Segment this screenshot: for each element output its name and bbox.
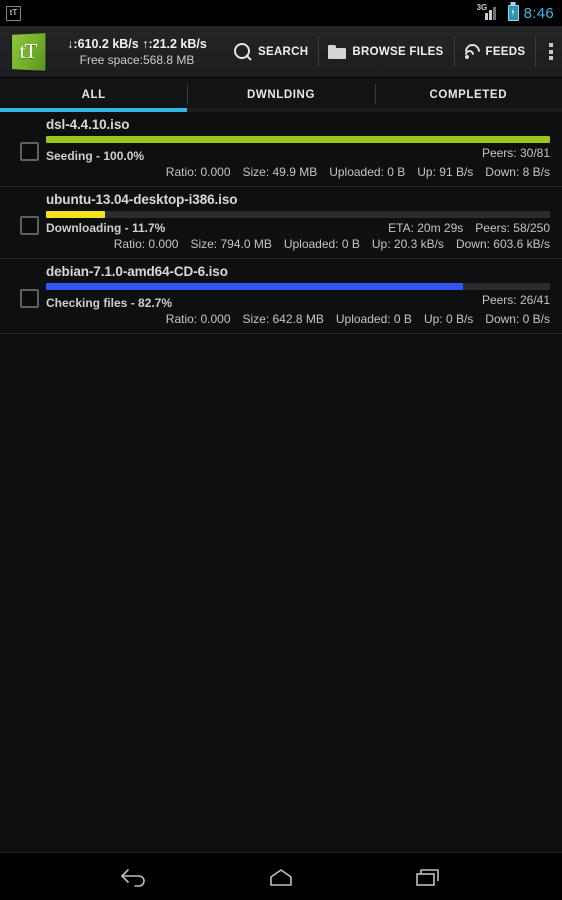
torrent-status: Downloading - 11.7%: [46, 221, 166, 235]
progress-bar: [46, 283, 550, 290]
row-status-right: ETA: 20m 29s Peers: 58/250: [388, 221, 550, 235]
app-logo-icon[interactable]: tT: [8, 32, 48, 72]
status-bar-system-icons: 3G 8:46: [477, 3, 554, 22]
torrent-peers: Peers: 58/250: [475, 221, 550, 235]
row-content: ubuntu-13.04-desktop-i386.iso Downloadin…: [46, 191, 550, 253]
back-icon[interactable]: [107, 857, 161, 897]
torrent-down-speed: Down: 0 B/s: [485, 312, 550, 326]
search-button-label: SEARCH: [258, 45, 309, 58]
torrent-peers: Peers: 30/81: [481, 146, 550, 160]
signal-bars-icon: 3G: [477, 3, 503, 20]
torrent-ratio: Ratio: 0.000: [113, 237, 179, 251]
torrent-uploaded: Uploaded: 0 B: [283, 237, 360, 251]
search-button[interactable]: SEARCH: [224, 26, 318, 77]
table-row[interactable]: ubuntu-13.04-desktop-i386.iso Downloadin…: [0, 187, 562, 259]
tab-downloading[interactable]: DWNLDING: [187, 78, 375, 112]
torrent-size: Size: 794.0 MB: [190, 237, 272, 251]
row-checkbox[interactable]: [19, 215, 39, 235]
folder-icon: [328, 44, 347, 59]
torrent-down-speed: Down: 8 B/s: [485, 165, 550, 179]
row-stats-line: Ratio: 0.000 Size: 642.8 MB Uploaded: 0 …: [46, 310, 550, 328]
progress-bar: [46, 211, 550, 218]
home-icon[interactable]: [254, 857, 308, 897]
torrent-up-speed: Up: 0 B/s: [423, 312, 474, 326]
torrent-uploaded: Uploaded: 0 B: [329, 165, 406, 179]
row-select-cell: [12, 263, 46, 328]
tab-all[interactable]: ALL: [0, 78, 188, 112]
torrent-eta: ETA: 20m 29s: [388, 221, 464, 235]
free-space-line: Free space:568.8 MB: [79, 52, 195, 67]
recents-icon[interactable]: [401, 857, 455, 897]
tab-downloading-label: DWNLDING: [246, 89, 316, 101]
progress-bar: [46, 136, 550, 143]
row-status-line: Checking files - 82.7% Peers: 26/41: [46, 293, 550, 310]
row-status-right: Peers: 30/81: [470, 146, 550, 160]
torrent-peers: Peers: 26/41: [481, 293, 550, 307]
status-bar: 3G 8:46: [0, 0, 562, 26]
row-stats-line: Ratio: 0.000 Size: 794.0 MB Uploaded: 0 …: [46, 235, 550, 253]
row-checkbox[interactable]: [19, 142, 39, 161]
status-bar-notifications: [6, 5, 21, 21]
row-select-cell: [12, 191, 46, 253]
torrent-uploaded: Uploaded: 0 B: [335, 312, 412, 326]
progress-bar-fill: [46, 211, 105, 218]
progress-bar-fill: [46, 136, 550, 143]
torrent-up-speed: Up: 20.3 kB/s: [371, 237, 444, 251]
status-bar-clock: 8:46: [523, 4, 554, 22]
row-status-line: Downloading - 11.7% ETA: 20m 29s Peers: …: [46, 221, 550, 235]
torrent-list: dsl-4.4.10.iso Seeding - 100.0% Peers: 3…: [0, 112, 562, 852]
progress-bar-fill: [46, 283, 463, 290]
torrent-name: debian-7.1.0-amd64-CD-6.iso: [46, 264, 228, 279]
system-navigation-bar: [0, 852, 562, 900]
torrent-size: Size: 642.8 MB: [242, 312, 324, 326]
torrent-up-speed: Up: 91 B/s: [417, 165, 474, 179]
speed-line: ↓:610.2 kB/s ↑:21.2 kB/s: [67, 36, 207, 51]
action-bar-items: SEARCH BROWSE FILES FEEDS: [224, 26, 562, 77]
table-row[interactable]: debian-7.1.0-amd64-CD-6.iso Checking fil…: [0, 259, 562, 334]
tab-completed-label: COMPLETED: [429, 89, 508, 101]
torrent-status: Seeding - 100.0%: [46, 149, 145, 163]
row-status-right: Peers: 26/41: [470, 293, 550, 307]
torrent-down-speed: Down: 603.6 kB/s: [455, 237, 550, 251]
tab-bar: ALL DWNLDING COMPLETED: [0, 78, 562, 112]
torrent-ratio: Ratio: 0.000: [165, 165, 231, 179]
torrent-size: Size: 49.9 MB: [242, 165, 318, 179]
app-logo-label: tT: [19, 39, 38, 63]
row-stats-line: Ratio: 0.000 Size: 49.9 MB Uploaded: 0 B…: [46, 163, 550, 181]
row-status-line: Seeding - 100.0% Peers: 30/81: [46, 146, 550, 163]
search-icon: [234, 42, 252, 61]
rss-icon: [461, 40, 483, 62]
torrent-name: ubuntu-13.04-desktop-i386.iso: [46, 192, 238, 207]
tab-completed[interactable]: COMPLETED: [374, 78, 562, 112]
network-type-label: 3G: [476, 3, 488, 12]
browse-files-button-label: BROWSE FILES: [352, 45, 444, 58]
feeds-button-label: FEEDS: [485, 45, 526, 58]
torrent-status: Checking files - 82.7%: [46, 296, 173, 310]
battery-charging-icon: [507, 5, 519, 21]
row-content: dsl-4.4.10.iso Seeding - 100.0% Peers: 3…: [46, 116, 550, 181]
torrent-ratio: Ratio: 0.000: [165, 312, 231, 326]
ttorrent-notification-icon: [6, 5, 21, 21]
feeds-button[interactable]: FEEDS: [453, 26, 536, 77]
transfer-speed-summary[interactable]: ↓:610.2 kB/s ↑:21.2 kB/s Free space:568.…: [54, 36, 224, 68]
overflow-menu-icon[interactable]: [535, 26, 562, 77]
table-row[interactable]: dsl-4.4.10.iso Seeding - 100.0% Peers: 3…: [0, 112, 562, 187]
row-select-cell: [12, 116, 46, 181]
app-root: 3G 8:46 tT ↓:610.2 kB/s ↑:21.2 kB/s Free…: [0, 0, 562, 900]
torrent-name: dsl-4.4.10.iso: [46, 117, 130, 132]
row-content: debian-7.1.0-amd64-CD-6.iso Checking fil…: [46, 263, 550, 328]
browse-files-button[interactable]: BROWSE FILES: [318, 26, 453, 77]
row-checkbox[interactable]: [19, 289, 39, 308]
tab-all-label: ALL: [81, 89, 106, 101]
action-bar: tT ↓:610.2 kB/s ↑:21.2 kB/s Free space:5…: [0, 26, 562, 78]
